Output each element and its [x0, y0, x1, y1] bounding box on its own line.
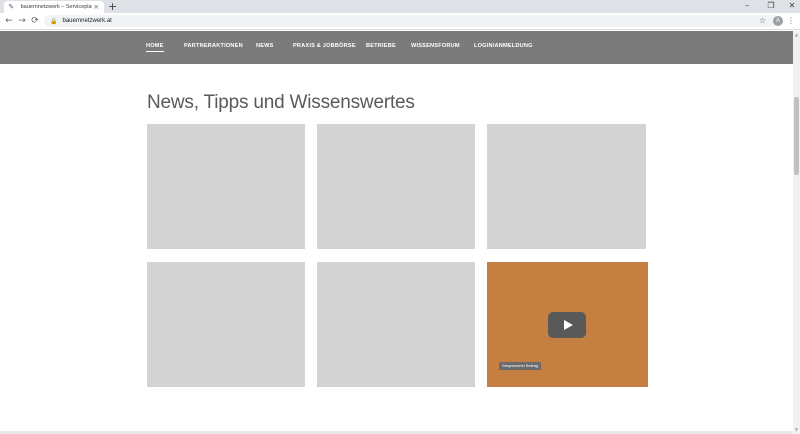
scrollbar-thumb[interactable]	[794, 97, 799, 175]
window-close-icon[interactable]: ✕	[786, 1, 798, 11]
favicon-icon: ✎	[8, 3, 15, 11]
reload-icon[interactable]: ⟳	[29, 16, 41, 26]
forward-icon[interactable]: →	[16, 16, 28, 26]
news-card[interactable]	[317, 124, 475, 249]
new-tab-icon[interactable]: +	[108, 1, 117, 13]
nav-item-partneraktionen[interactable]: PARTNERAKTIONEN	[184, 43, 243, 49]
nav-item-login[interactable]: LOGIN/ANMELDUNG	[474, 43, 533, 49]
nav-item-home[interactable]: HOME	[146, 43, 164, 52]
sponsored-badge: Gesponserter Beitrag	[499, 362, 542, 370]
back-icon[interactable]: ←	[3, 16, 15, 26]
scroll-down-icon[interactable]: ▼	[793, 426, 800, 433]
browser-tab-strip: ✎ bauernnetzwerk – Serviceplattfo × + – …	[0, 0, 800, 13]
news-card[interactable]	[147, 124, 305, 249]
tab-close-icon[interactable]: ×	[92, 3, 100, 11]
profile-avatar[interactable]: A	[773, 16, 783, 26]
scrollbar-track[interactable]	[793, 31, 800, 434]
address-bar[interactable]: 🔒 bauernnetzwerk.at ☆	[44, 15, 778, 27]
site-nav: HOME PARTNERAKTIONEN NEWS PRAXIS & JOBBÖ…	[0, 31, 793, 64]
browser-menu-icon[interactable]: ⋮	[787, 15, 795, 27]
news-card[interactable]	[147, 262, 305, 387]
tab-title: bauernnetzwerk – Serviceplattfo	[20, 4, 93, 10]
browser-toolbar: ← → ⟳ 🔒 bauernnetzwerk.at ☆ A ⋮	[0, 13, 800, 30]
url-text: bauernnetzwerk.at	[62, 18, 112, 24]
minimize-icon[interactable]: –	[741, 1, 753, 11]
nav-item-betriebe[interactable]: BETRIEBE	[366, 43, 396, 49]
video-card[interactable]: Gesponserter Beitrag	[487, 262, 648, 387]
news-card[interactable]	[487, 124, 646, 249]
nav-item-wissensforum[interactable]: WISSENSFORUM	[411, 43, 460, 49]
restore-icon[interactable]: ❐	[765, 1, 777, 11]
page-title: News, Tipps und Wissenswertes	[147, 92, 415, 113]
lock-icon: 🔒	[50, 17, 58, 25]
news-card[interactable]	[317, 262, 475, 387]
browser-tab[interactable]: ✎ bauernnetzwerk – Serviceplattfo ×	[4, 1, 104, 13]
nav-item-praxis-jobboerse[interactable]: PRAXIS & JOBBÖRSE	[293, 43, 356, 49]
scroll-up-icon[interactable]: ▲	[793, 31, 800, 38]
nav-item-news[interactable]: NEWS	[256, 43, 274, 49]
play-button[interactable]	[548, 312, 586, 338]
play-icon	[563, 320, 573, 330]
bookmark-star-icon[interactable]: ☆	[759, 15, 766, 27]
